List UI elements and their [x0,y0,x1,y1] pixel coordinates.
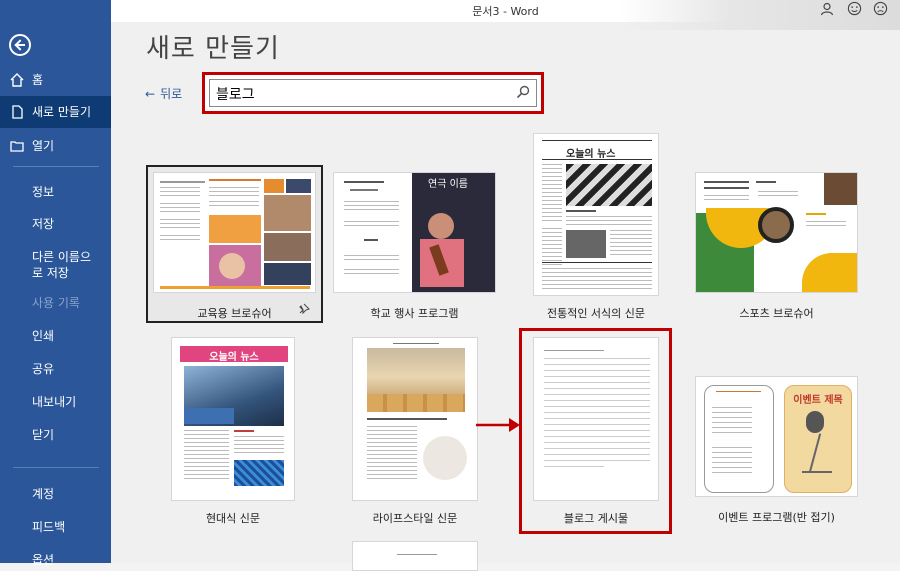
sidebar-item-label: 인쇄 [32,329,55,343]
smile-feedback-icon[interactable] [847,1,862,16]
back-label: 뒤로 [160,87,183,101]
sidebar-item-options[interactable]: 옵션 [0,552,111,568]
template-card-partial[interactable] [352,541,478,571]
template-label: 라이프스타일 신문 [372,512,458,525]
sidebar-item-label: 정보 [32,185,55,199]
template-label: 블로그 게시물 [563,512,629,525]
home-icon [10,73,24,87]
template-card-sports-brochure[interactable]: 스포츠 브로슈어 [695,172,858,322]
sidebar-item-label: 새로 만들기 [32,105,92,119]
back-arrow-icon[interactable] [9,34,31,56]
template-thumbnail: 오늘의 뉴스 [533,133,659,296]
sidebar-item-label: 사용 기록 [32,296,80,310]
sidebar-item-label: 내보내기 [32,395,77,409]
template-thumbnail: 오늘의 뉴스 [171,337,295,501]
folder-icon [10,141,24,152]
template-card-modern-newspaper[interactable]: 오늘의 뉴스 현대식 신문 [171,337,295,527]
back-link[interactable]: ← 뒤로 [145,85,182,102]
sidebar-item-label: 저장 [32,217,55,231]
template-thumbnail [533,337,659,501]
template-card-blog-post[interactable]: 블로그 게시물 [533,337,659,527]
left-arrow-icon: ← [145,87,156,101]
template-card-traditional-newspaper[interactable]: 오늘의 뉴스 전통적인 서식의 신문 [533,133,659,323]
annotation-arrow [476,418,520,432]
thumbnail-title: 오늘의 뉴스 [566,149,616,160]
title-bar: 문서3 - Word [111,0,900,30]
sidebar-item-account[interactable]: 계정 [0,486,111,502]
sidebar-item-export[interactable]: 내보내기 [0,394,111,410]
search-input[interactable] [214,82,508,106]
sidebar-item-history: 사용 기록 [0,295,111,311]
sidebar-item-label: 계정 [32,487,55,501]
sidebar-item-label: 피드백 [32,520,66,534]
template-label: 이벤트 프로그램(반 접기) [718,511,835,524]
sidebar-item-label: 닫기 [32,428,55,442]
sidebar-item-print[interactable]: 인쇄 [0,328,111,344]
template-label: 현대식 신문 [205,512,261,525]
frown-feedback-icon[interactable] [873,1,888,16]
sidebar-divider [13,467,99,468]
backstage-sidebar: 홈 새로 만들기 열기 정보 저장 다른 이름으로 저장 사용 기록 인쇄 공유… [0,0,111,567]
sidebar-item-label: 공유 [32,362,55,376]
template-card-school-event-program[interactable]: 연극 이름 학교 행사 프로그램 [333,172,496,322]
template-thumbnail: 연극 이름 [333,172,496,293]
pin-icon[interactable] [298,303,310,315]
sidebar-item-new[interactable]: 새로 만들기 [0,96,111,128]
template-thumbnail [352,541,478,571]
template-thumbnail [695,172,858,293]
page-title: 새로 만들기 [146,34,280,64]
sidebar-item-open[interactable]: 열기 [0,138,111,154]
sidebar-item-home[interactable]: 홈 [0,72,111,88]
thumbnail-title: 오늘의 뉴스 [209,352,259,363]
search-box[interactable] [209,79,537,107]
sidebar-item-label: 열기 [32,139,55,153]
sidebar-item-save-as[interactable]: 다른 이름으로 저장 [0,249,100,281]
sidebar-item-label: 다른 이름으로 저장 [32,250,92,280]
sidebar-item-label: 홈 [32,73,44,87]
new-document-icon [12,105,23,119]
template-thumbnail [153,172,316,293]
template-label: 교육용 브로슈어 [197,307,272,320]
template-label: 전통적인 서식의 신문 [546,307,646,320]
sidebar-item-info[interactable]: 정보 [0,184,111,200]
search-icon[interactable] [516,85,530,99]
template-thumbnail: 이벤트 제목 [695,376,858,497]
sidebar-divider [13,166,99,167]
template-thumbnail [352,337,478,501]
template-card-education-brochure[interactable]: 교육용 브로슈어 [153,172,316,320]
thumbnail-title: 이벤트 제목 [793,395,843,406]
window-title: 문서3 - Word [472,5,539,18]
thumbnail-title: 연극 이름 [428,179,468,190]
sidebar-item-save[interactable]: 저장 [0,216,111,232]
sidebar-item-close[interactable]: 닫기 [0,427,111,443]
template-card-lifestyle-newspaper[interactable]: 라이프스타일 신문 [352,337,478,527]
sidebar-item-feedback[interactable]: 피드백 [0,519,111,535]
account-icon[interactable] [820,2,834,16]
template-card-event-program[interactable]: 이벤트 제목 이벤트 프로그램(반 접기) [695,376,858,526]
sidebar-item-share[interactable]: 공유 [0,361,111,377]
template-label: 스포츠 브로슈어 [739,307,814,320]
template-label: 학교 행사 프로그램 [370,307,459,320]
sidebar-item-label: 옵션 [32,553,55,567]
